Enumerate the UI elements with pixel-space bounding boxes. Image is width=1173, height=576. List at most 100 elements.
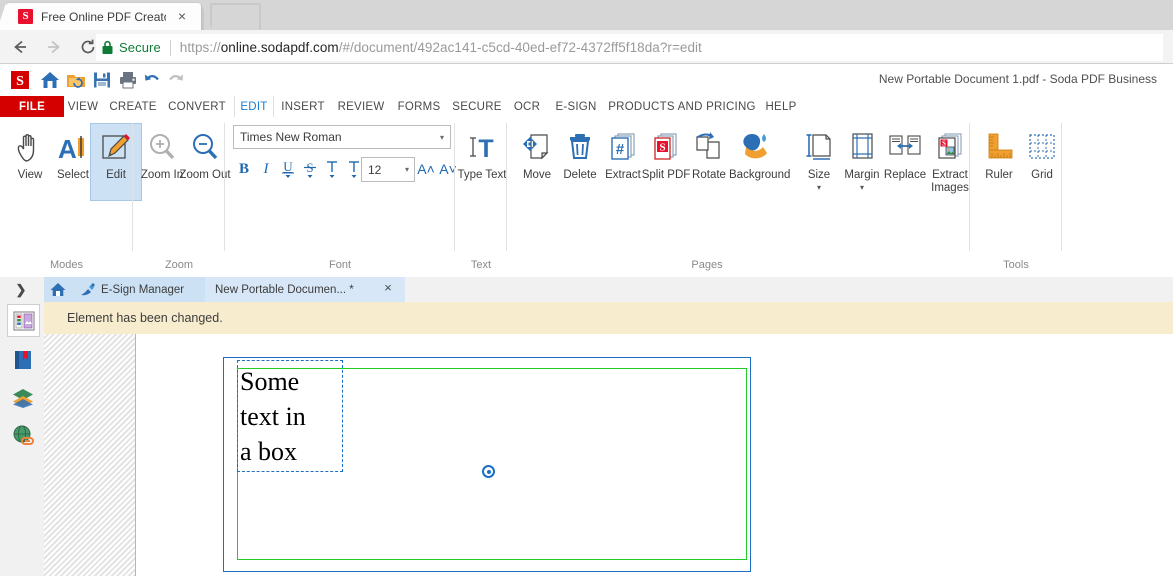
links-icon[interactable] bbox=[7, 420, 38, 451]
italic-button[interactable]: I bbox=[255, 157, 277, 181]
menu-tab-edit[interactable]: EDIT bbox=[234, 96, 274, 119]
menu-tab-insert[interactable]: INSERT bbox=[277, 96, 329, 117]
soda-logo-icon[interactable]: S bbox=[8, 68, 32, 92]
print-icon[interactable] bbox=[116, 68, 140, 92]
ribbon-group-tools-label: Tools bbox=[1003, 259, 1029, 271]
move-page-icon bbox=[519, 126, 555, 166]
ribbon-group-font: Times New Roman ▾ B I U S 12 ▾ A˄ A˅ Fon… bbox=[225, 117, 457, 277]
menu-tab-convert[interactable]: CONVERT bbox=[164, 96, 230, 117]
forward-arrow-icon[interactable] bbox=[40, 33, 68, 61]
group-divider bbox=[1061, 123, 1062, 251]
sodapdf-app: S New Portable Document 1.pdf - Soda PDF… bbox=[0, 64, 1173, 576]
thumbnail-pane[interactable] bbox=[44, 334, 136, 576]
document-text[interactable]: Some text in a box bbox=[240, 364, 340, 469]
url-text: https://online.sodapdf.com/#/document/49… bbox=[179, 40, 702, 55]
menu-tab-help[interactable]: HELP bbox=[761, 96, 801, 117]
extract-pages-icon: # bbox=[605, 126, 641, 166]
menu-tab-forms[interactable]: FORMS bbox=[393, 96, 445, 117]
chevron-down-icon[interactable]: ▾ bbox=[860, 184, 864, 192]
select-text-icon: A bbox=[56, 126, 90, 166]
menu-tab-secure[interactable]: SECURE bbox=[449, 96, 505, 117]
ribbon-group-tools: Ruler Grid Tools bbox=[970, 117, 1062, 277]
chevron-down-icon: ▾ bbox=[439, 132, 444, 142]
doc-tab-esign-label: E-Sign Manager bbox=[101, 283, 185, 296]
doc-tab-home[interactable] bbox=[44, 277, 72, 302]
menu-tab-file[interactable]: FILE bbox=[0, 96, 64, 117]
expand-panel-chevron-icon[interactable]: ❯ bbox=[10, 279, 32, 300]
page-size-icon bbox=[802, 126, 836, 166]
browser-toolbar: Secure https://online.sodapdf.com/#/docu… bbox=[0, 30, 1173, 64]
font-family-select[interactable]: Times New Roman ▾ bbox=[233, 125, 451, 149]
menu-tab-create[interactable]: CREATE bbox=[106, 96, 160, 117]
ribbon-group-font-label: Font bbox=[328, 259, 351, 271]
trash-icon bbox=[563, 126, 597, 166]
undo-icon[interactable] bbox=[140, 68, 164, 92]
doc-tab-active-label: New Portable Documen... * bbox=[215, 283, 354, 296]
svg-text:T: T bbox=[478, 135, 493, 163]
hand-icon bbox=[13, 126, 47, 166]
type-text-label: Type Text bbox=[457, 169, 507, 181]
pages-panel-icon[interactable] bbox=[7, 304, 40, 337]
security-label: Secure bbox=[119, 40, 161, 55]
magnifier-plus-icon bbox=[145, 126, 179, 166]
doc-tab-esign-manager[interactable]: E-Sign Manager bbox=[72, 277, 213, 302]
redo-icon[interactable] bbox=[164, 68, 188, 92]
pencil-edit-icon bbox=[99, 126, 133, 166]
convert-icon[interactable] bbox=[64, 68, 88, 92]
increase-font-size-button[interactable]: A˄ bbox=[415, 157, 437, 181]
document-tab-strip: ❯ E-Sign Manager New Portable Documen...… bbox=[0, 277, 1173, 303]
ribbon-group-text-label: Text bbox=[470, 259, 492, 271]
ribbon-group-zoom-label: Zoom bbox=[164, 259, 194, 271]
browser-tab-strip: S Free Online PDF Creator × bbox=[0, 0, 1173, 30]
side-rail bbox=[0, 302, 45, 576]
ribbon-group-text: T Type Text Text bbox=[455, 117, 507, 277]
doc-tab-active-document[interactable]: New Portable Documen... * × bbox=[205, 277, 405, 302]
menu-tab-products-and-pricing[interactable]: PRODUCTS AND PRICING bbox=[607, 96, 757, 117]
browser-tab[interactable]: S Free Online PDF Creator × bbox=[0, 3, 201, 30]
resize-handle[interactable] bbox=[482, 465, 495, 478]
background-label: Background bbox=[729, 169, 791, 181]
workspace: Some text in a box bbox=[44, 334, 1173, 576]
window-document-title: New Portable Document 1.pdf - Soda PDF B… bbox=[878, 72, 1157, 86]
underline-button[interactable]: U bbox=[277, 157, 299, 181]
subscript-button[interactable] bbox=[321, 157, 343, 181]
layers-icon[interactable] bbox=[7, 382, 38, 413]
replace-page-icon bbox=[887, 126, 923, 166]
omnibox-divider bbox=[169, 39, 171, 56]
menu-tab-esign[interactable]: E-SIGN bbox=[549, 96, 603, 117]
esign-pen-icon bbox=[81, 282, 95, 295]
lock-icon bbox=[101, 40, 114, 55]
new-tab-area[interactable] bbox=[201, 3, 261, 30]
type-text-button[interactable]: T Type Text bbox=[456, 123, 508, 201]
page-margin-icon bbox=[845, 126, 879, 166]
menu-tab-ocr[interactable]: OCR bbox=[509, 96, 545, 117]
close-icon[interactable]: × bbox=[381, 281, 395, 295]
background-button[interactable]: Background bbox=[722, 123, 790, 201]
document-text-line: text in bbox=[240, 402, 306, 431]
home-icon[interactable] bbox=[38, 68, 62, 92]
close-icon[interactable]: × bbox=[175, 9, 189, 23]
strikethrough-button[interactable]: S bbox=[299, 157, 321, 181]
font-size-value: 12 bbox=[368, 162, 382, 177]
sodapdf-favicon: S bbox=[18, 9, 33, 24]
save-icon[interactable] bbox=[90, 68, 114, 92]
notification-banner: Element has been changed. bbox=[44, 302, 1173, 334]
font-size-select[interactable]: 12 ▾ bbox=[361, 157, 415, 182]
svg-text:S: S bbox=[16, 74, 24, 89]
chevron-down-icon[interactable]: ▾ bbox=[817, 184, 821, 192]
bold-button[interactable]: B bbox=[233, 157, 255, 181]
pdf-page[interactable]: Some text in a box bbox=[223, 357, 751, 572]
bookmarks-icon[interactable] bbox=[7, 344, 38, 375]
browser-tab-title: Free Online PDF Creator bbox=[41, 9, 166, 24]
address-bar[interactable]: Secure https://online.sodapdf.com/#/docu… bbox=[96, 34, 1163, 61]
menu-tab-view[interactable]: VIEW bbox=[64, 96, 102, 117]
svg-text:A: A bbox=[58, 134, 77, 164]
svg-text:S: S bbox=[659, 142, 665, 154]
back-arrow-icon[interactable] bbox=[6, 33, 34, 61]
menu-tab-review[interactable]: REVIEW bbox=[333, 96, 389, 117]
document-text-line: a box bbox=[240, 437, 298, 466]
svg-text:#: # bbox=[616, 141, 625, 158]
ribbon-group-pages-label: Pages bbox=[691, 259, 723, 271]
font-family-value: Times New Roman bbox=[240, 130, 342, 144]
magnifier-minus-icon bbox=[188, 126, 222, 166]
